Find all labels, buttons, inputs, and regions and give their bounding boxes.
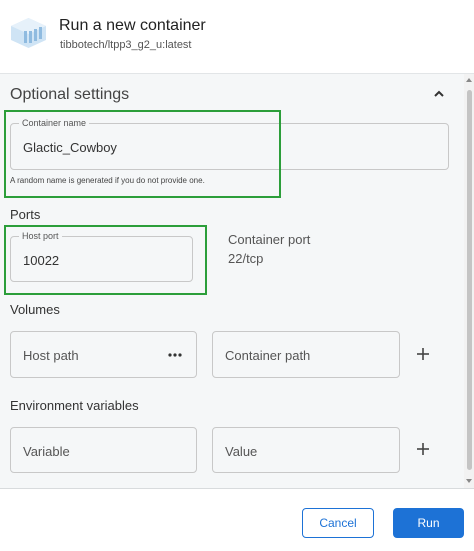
host-port-highlight — [4, 225, 207, 295]
env-title: Environment variables — [10, 398, 139, 413]
container-path-input[interactable]: Container path — [212, 331, 400, 378]
scrollbar-thumb[interactable] — [467, 90, 472, 470]
host-path-input[interactable]: Host path — [10, 331, 197, 378]
container-port-value: 22/tcp — [228, 251, 264, 266]
container-name-highlight — [4, 110, 281, 198]
run-button[interactable]: Run — [393, 508, 464, 538]
container-path-placeholder: Container path — [225, 348, 311, 363]
host-path-placeholder: Host path — [23, 348, 79, 363]
scroll-down-arrow-icon[interactable] — [465, 477, 473, 485]
dialog-title: Run a new container — [59, 17, 206, 34]
cancel-button[interactable]: Cancel — [302, 508, 374, 538]
optional-settings-title: Optional settings — [10, 86, 130, 103]
variable-placeholder: Variable — [23, 444, 70, 459]
add-env-plus-icon[interactable] — [416, 442, 430, 456]
variable-input[interactable]: Variable — [10, 427, 197, 473]
container-port-label: Container port — [228, 232, 311, 247]
value-input[interactable]: Value — [212, 427, 400, 473]
volumes-title: Volumes — [10, 302, 60, 317]
run-container-dialog: Run a new container tibbotech/ltpp3_g2_u… — [0, 0, 474, 551]
chevron-up-icon[interactable] — [432, 87, 446, 101]
dialog-header: Run a new container tibbotech/ltpp3_g2_u… — [0, 0, 474, 72]
image-name: tibbotech/ltpp3_g2_u:latest — [60, 39, 192, 51]
docker-container-icon — [11, 18, 46, 48]
add-volume-plus-icon[interactable] — [416, 347, 430, 361]
ports-title: Ports — [10, 207, 41, 222]
value-placeholder: Value — [225, 444, 258, 459]
more-horizontal-icon[interactable] — [168, 352, 182, 358]
scroll-up-arrow-icon[interactable] — [465, 76, 473, 84]
